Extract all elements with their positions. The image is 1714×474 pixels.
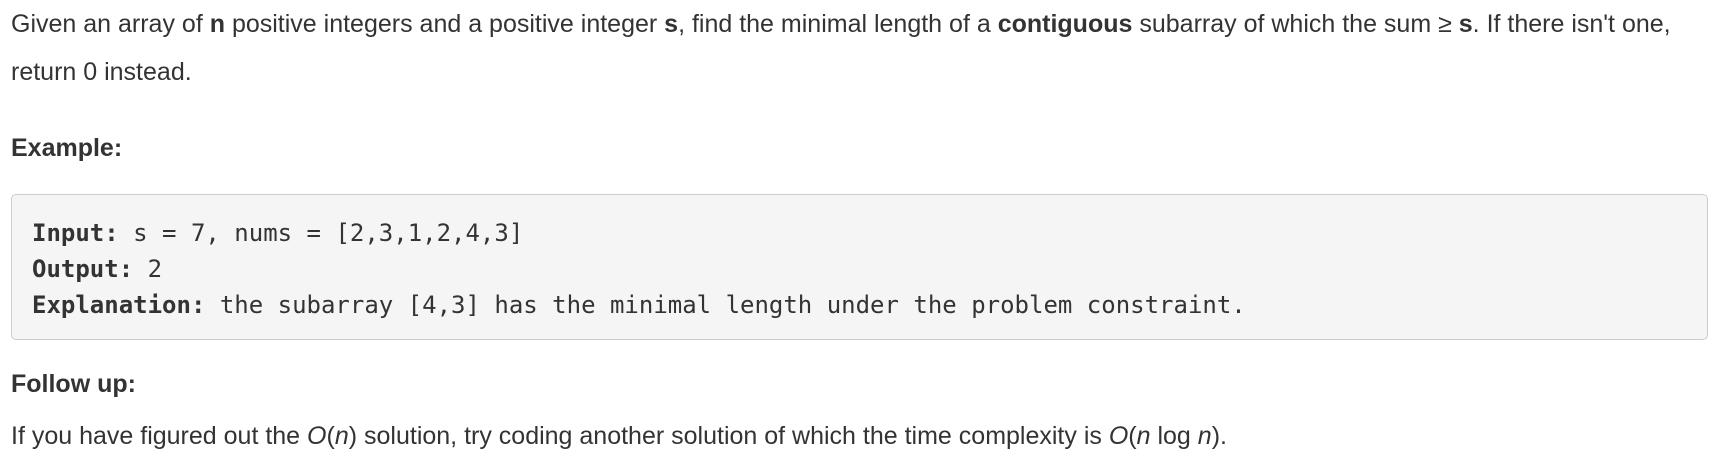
text-segment: , find the minimal length of a xyxy=(678,10,998,38)
text-segment: If you have figured out the xyxy=(11,422,308,450)
bold-n: n xyxy=(209,10,225,38)
italic-n: n xyxy=(334,422,349,450)
text-segment: ( xyxy=(1128,422,1137,450)
example-heading: Example: xyxy=(11,134,123,162)
text-segment: ( xyxy=(326,422,335,450)
output-label: Output: xyxy=(32,255,134,283)
input-value: s = 7, nums = [2,3,1,2,4,3] xyxy=(118,219,524,247)
problem-description: Given an array of n positive integers an… xyxy=(11,0,1701,96)
text-segment: Given an array of xyxy=(11,10,210,38)
follow-up-heading: Follow up: xyxy=(11,370,136,398)
italic-o: O xyxy=(307,422,327,450)
text-segment: ). xyxy=(1211,422,1227,450)
input-label: Input: xyxy=(32,219,119,247)
explanation-value: the subarray [4,3] has the minimal lengt… xyxy=(205,291,1246,319)
bold-contiguous: contiguous xyxy=(997,10,1133,38)
bold-s: s xyxy=(1458,10,1473,38)
text-segment: subarray of which the sum ≥ xyxy=(1132,10,1459,38)
text-segment: ) xyxy=(348,422,358,450)
italic-o: O xyxy=(1108,422,1129,450)
bold-s: s xyxy=(664,10,679,38)
explanation-label: Explanation: xyxy=(32,291,206,319)
text-segment: solution, try coding another solution of… xyxy=(357,422,1109,450)
follow-up-text: If you have figured out the O(n) solutio… xyxy=(11,412,1227,460)
example-code-block: Input: s = 7, nums = [2,3,1,2,4,3] Outpu… xyxy=(11,194,1708,340)
text-segment: positive integers and a positive integer xyxy=(225,10,665,38)
italic-n: n xyxy=(1197,422,1212,450)
output-value: 2 xyxy=(133,255,163,283)
text-segment: log xyxy=(1150,422,1198,450)
italic-n: n xyxy=(1136,422,1151,450)
